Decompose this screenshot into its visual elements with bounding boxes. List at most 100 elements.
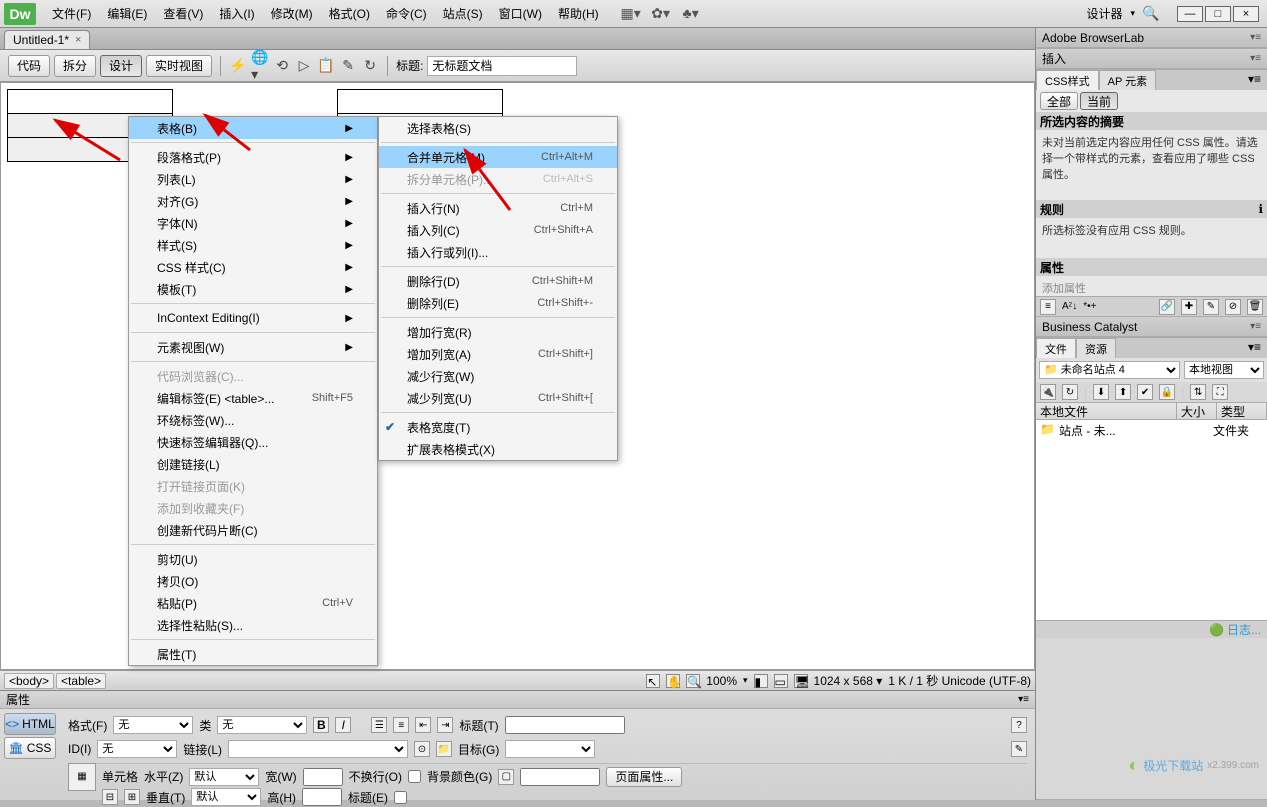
ctx-quick-tag-editor[interactable]: 快速标签编辑器(Q)... [129, 431, 377, 453]
h-input[interactable] [302, 788, 342, 806]
ctx-font[interactable]: 字体(N)▶ [129, 212, 377, 234]
ol-icon[interactable]: ≡ [393, 717, 409, 733]
sync-icon[interactable]: ⇅ [1190, 384, 1206, 400]
extend-icon[interactable]: ✿▾ [653, 6, 669, 22]
ctx-new-snippet[interactable]: 创建新代码片断(C) [129, 519, 377, 541]
ctx-paste[interactable]: 粘贴(P)Ctrl+V [129, 592, 377, 614]
search-icon[interactable]: 🔍 [1143, 6, 1159, 22]
options-icon[interactable]: 📋 [317, 57, 335, 75]
format-select[interactable]: 无 [113, 716, 193, 734]
view-code-button[interactable]: 代码 [8, 55, 50, 77]
sub-table-width[interactable]: ✔表格宽度(T) [379, 416, 617, 438]
checkin-icon[interactable]: 🔒 [1159, 384, 1175, 400]
link-select[interactable] [228, 740, 408, 758]
merge-icon[interactable]: ⊟ [102, 789, 118, 805]
title2-input[interactable] [505, 716, 625, 734]
zoom-value[interactable]: 100% [706, 674, 737, 688]
ctx-properties[interactable]: 属性(T) [129, 643, 377, 665]
get-icon[interactable]: ⬇ [1093, 384, 1109, 400]
refresh-files-icon[interactable]: ↻ [1062, 384, 1078, 400]
ul-icon[interactable]: ☰ [371, 717, 387, 733]
col-type[interactable]: 类型 [1217, 403, 1267, 419]
ctx-create-link[interactable]: 创建链接(L) [129, 453, 377, 475]
viewport-size[interactable]: 1024 x 568 ▾ [814, 674, 883, 688]
browse-icon[interactable]: 📁 [436, 741, 452, 757]
color-swatch[interactable]: ▢ [498, 769, 514, 785]
ctx-element-view[interactable]: 元素视图(W)▶ [129, 336, 377, 358]
tab-css-styles[interactable]: CSS样式 [1036, 70, 1099, 90]
page-props-button[interactable]: 页面属性... [606, 767, 682, 787]
put-icon[interactable]: ⬆ [1115, 384, 1131, 400]
panel-menu-icon[interactable]: ▾≡ [1018, 694, 1029, 705]
sub-delete-row[interactable]: 删除行(D)Ctrl+Shift+M [379, 270, 617, 292]
menu-format[interactable]: 格式(O) [321, 0, 378, 28]
maximize-button[interactable]: □ [1205, 6, 1231, 22]
ctx-wrap-tag[interactable]: 环绕标签(W)... [129, 409, 377, 431]
inspect-icon[interactable]: 🌐▾ [251, 57, 269, 75]
sub-expanded-mode[interactable]: 扩展表格模式(X) [379, 438, 617, 460]
css-current-button[interactable]: 当前 [1080, 92, 1118, 110]
sub-inc-rowspan[interactable]: 增加行宽(R) [379, 321, 617, 343]
id-select[interactable]: 无 [97, 740, 177, 758]
ctx-css-style[interactable]: CSS 样式(C)▶ [129, 256, 377, 278]
menu-site[interactable]: 站点(S) [435, 0, 491, 28]
ctx-edit-tag[interactable]: 编辑标签(E) <table>...Shift+F5 [129, 387, 377, 409]
log-link[interactable]: 日志... [1227, 621, 1261, 638]
document-tab[interactable]: Untitled-1* × [4, 30, 90, 49]
check-icon[interactable]: ✎ [339, 57, 357, 75]
css-new-icon[interactable]: ✚ [1181, 299, 1197, 315]
nowrap-check[interactable] [408, 770, 421, 783]
italic-icon[interactable]: I [335, 717, 351, 733]
props-tab-html[interactable]: <>HTML [4, 713, 56, 735]
sub-insert-row[interactable]: 插入行(N)Ctrl+M [379, 197, 617, 219]
view-live-button[interactable]: 实时视图 [146, 55, 212, 77]
css-edit-icon[interactable]: ✎ [1203, 299, 1219, 315]
menu-modify[interactable]: 修改(M) [263, 0, 321, 28]
tab-resources[interactable]: 资源 [1076, 338, 1116, 358]
pointer-icon[interactable]: ↖ [646, 674, 660, 688]
bg-input[interactable] [520, 768, 600, 786]
sub-delete-col[interactable]: 删除列(E)Ctrl+Shift+- [379, 292, 617, 314]
layout-icon[interactable]: ▦▾ [623, 6, 639, 22]
bold-icon[interactable]: B [313, 717, 329, 733]
title-input[interactable] [427, 56, 577, 76]
phone-icon[interactable]: ▮ [754, 674, 768, 688]
files-list[interactable]: 📁 站点 - 未... 文件夹 [1036, 420, 1267, 620]
ctx-table[interactable]: 表格(B)▶ [129, 117, 377, 139]
expand-icon[interactable]: ⛶ [1212, 384, 1228, 400]
desktop-icon[interactable]: 🖥 [794, 674, 808, 688]
indent-icon[interactable]: ⇥ [437, 717, 453, 733]
nav-icon[interactable]: ▷ [295, 57, 313, 75]
ctx-template[interactable]: 模板(T)▶ [129, 278, 377, 300]
ctx-paragraph-format[interactable]: 段落格式(P)▶ [129, 146, 377, 168]
menu-view[interactable]: 查看(V) [155, 0, 211, 28]
hand-icon[interactable]: ✋ [666, 674, 680, 688]
ctx-paste-special[interactable]: 选择性粘贴(S)... [129, 614, 377, 636]
w-input[interactable] [303, 768, 343, 786]
menu-file[interactable]: 文件(F) [44, 0, 99, 28]
css-disable-icon[interactable]: ⊘ [1225, 299, 1241, 315]
tab-files[interactable]: 文件 [1036, 338, 1076, 358]
checkout-icon[interactable]: ✔ [1137, 384, 1153, 400]
sub-dec-rowspan[interactable]: 减少行宽(W) [379, 365, 617, 387]
menu-window[interactable]: 窗口(W) [491, 0, 550, 28]
sitemap-icon[interactable]: ♣▾ [683, 6, 699, 22]
tag-body[interactable]: <body> [4, 673, 54, 689]
point-to-file-icon[interactable]: ⊙ [414, 741, 430, 757]
menu-help[interactable]: 帮助(H) [550, 0, 607, 28]
css-az-icon[interactable]: Aᶻ↓ [1062, 301, 1077, 312]
menu-command[interactable]: 命令(C) [378, 0, 435, 28]
workspace-switcher[interactable]: 设计器 [1086, 5, 1122, 22]
css-attach-icon[interactable]: 🔗 [1159, 299, 1175, 315]
tag-table[interactable]: <table> [56, 673, 106, 689]
tablet-icon[interactable]: ▭ [774, 674, 788, 688]
class-select[interactable]: 无 [217, 716, 307, 734]
col-file[interactable]: 本地文件 [1036, 403, 1177, 419]
zoom-icon[interactable]: 🔍 [686, 674, 700, 688]
close-tab-icon[interactable]: × [75, 34, 81, 46]
file-row-site[interactable]: 📁 站点 - 未... 文件夹 [1036, 420, 1267, 441]
refresh-icon[interactable]: ⟲ [273, 57, 291, 75]
quick-tag-icon[interactable]: ✎ [1011, 741, 1027, 757]
props-tab-css[interactable]: 🏛CSS [4, 737, 56, 759]
menu-insert[interactable]: 插入(I) [211, 0, 262, 28]
